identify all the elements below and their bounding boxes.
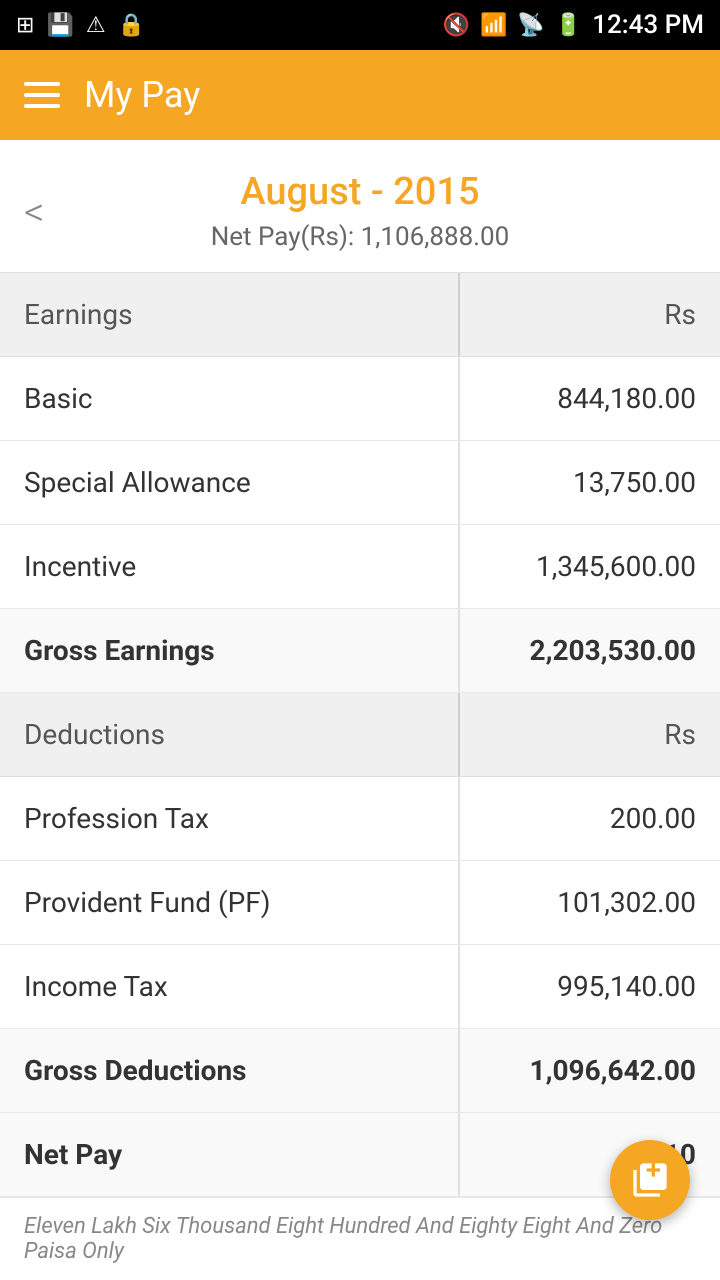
battery-icon: 🔋	[555, 13, 582, 38]
app-title: My Pay	[84, 74, 200, 116]
provident-fund-row: Provident Fund (PF) 101,302.00	[0, 861, 720, 945]
footer-text: Eleven Lakh Six Thousand Eight Hundred A…	[0, 1197, 720, 1280]
status-icons-left: ⊞ 💾 ⚠ 🔒	[16, 13, 145, 38]
incentive-row: Incentive 1,345,600.00	[0, 525, 720, 609]
income-tax-label: Income Tax	[0, 970, 458, 1003]
provident-fund-value: 101,302.00	[460, 886, 720, 919]
gross-deductions-row: Gross Deductions 1,096,642.00	[0, 1029, 720, 1113]
wifi-icon: 📶	[480, 13, 507, 38]
basic-row: Basic 844,180.00	[0, 357, 720, 441]
profession-tax-row: Profession Tax 200.00	[0, 777, 720, 861]
save-icon: 💾	[46, 13, 73, 38]
deductions-currency-label: Rs	[460, 718, 720, 751]
status-bar: ⊞ 💾 ⚠ 🔒 🔇 📶 📡 🔋 12:43 PM	[0, 0, 720, 50]
back-button[interactable]: <	[24, 189, 44, 236]
fab-button[interactable]	[610, 1140, 690, 1220]
special-allowance-label: Special Allowance	[0, 466, 458, 499]
status-icons-right: 🔇 📶 📡 🔋 12:43 PM	[443, 10, 704, 40]
net-pay-label: Net Pay(Rs): 1,106,888.00	[20, 222, 700, 252]
net-pay-row-label: Net Pay	[0, 1138, 458, 1171]
mute-icon: 🔇	[443, 13, 470, 38]
gross-deductions-value: 1,096,642.00	[460, 1054, 720, 1087]
gross-earnings-label: Gross Earnings	[0, 634, 458, 667]
warning-icon: ⚠	[86, 13, 106, 38]
basic-value: 844,180.00	[460, 382, 720, 415]
special-allowance-row: Special Allowance 13,750.00	[0, 441, 720, 525]
status-time: 12:43 PM	[592, 10, 704, 40]
lock-icon: 🔒	[118, 13, 145, 38]
basic-label: Basic	[0, 382, 458, 415]
provident-fund-label: Provident Fund (PF)	[0, 886, 458, 919]
month-header: < August - 2015 Net Pay(Rs): 1,106,888.0…	[0, 140, 720, 272]
month-title: August - 2015	[20, 170, 700, 214]
earnings-section-header: Earnings Rs	[0, 273, 720, 357]
profession-tax-label: Profession Tax	[0, 802, 458, 835]
incentive-label: Incentive	[0, 550, 458, 583]
deductions-label: Deductions	[0, 718, 458, 751]
earnings-currency-label: Rs	[460, 298, 720, 331]
gross-deductions-label: Gross Deductions	[0, 1054, 458, 1087]
special-allowance-value: 13,750.00	[460, 466, 720, 499]
gross-earnings-row: Gross Earnings 2,203,530.00	[0, 609, 720, 693]
earnings-label: Earnings	[0, 298, 458, 331]
signal-icon: 📡	[517, 13, 544, 38]
income-tax-row: Income Tax 995,140.00	[0, 945, 720, 1029]
hamburger-menu-button[interactable]	[24, 82, 60, 108]
incentive-value: 1,345,600.00	[460, 550, 720, 583]
income-tax-value: 995,140.00	[460, 970, 720, 1003]
app-bar: My Pay	[0, 50, 720, 140]
fab-icon	[630, 1160, 670, 1200]
deductions-section-header: Deductions Rs	[0, 693, 720, 777]
profession-tax-value: 200.00	[460, 802, 720, 835]
gallery-icon: ⊞	[16, 13, 34, 38]
gross-earnings-value: 2,203,530.00	[460, 634, 720, 667]
